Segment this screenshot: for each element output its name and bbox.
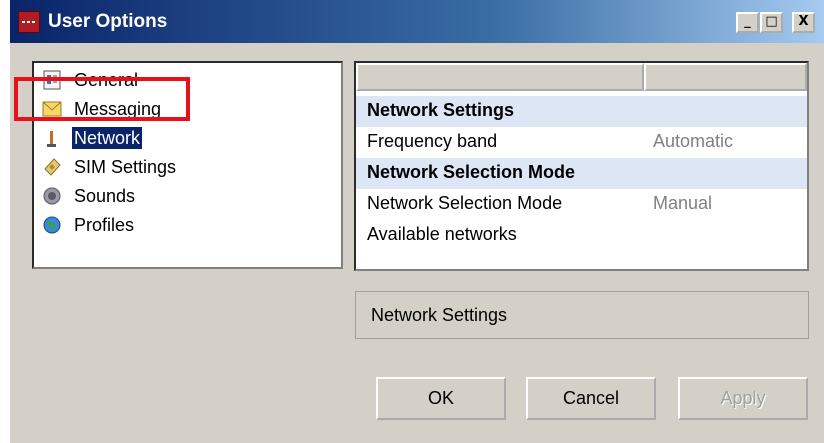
grid-row-name: Network Selection Mode <box>367 193 563 213</box>
grid-column-header-value[interactable] <box>644 63 807 91</box>
sidebar-item-label: Network <box>72 127 143 149</box>
sidebar-item-label: Profiles <box>74 215 135 235</box>
grid-row-frequency-band[interactable]: Frequency band Automatic <box>356 127 807 158</box>
grid-row-network-selection-mode[interactable]: Network Selection Mode Manual <box>356 189 807 220</box>
sidebar-item-profiles[interactable]: Profiles <box>42 212 136 238</box>
grid-row-name: Available networks <box>367 224 517 244</box>
sidebar-item-sounds[interactable]: Sounds <box>42 183 137 209</box>
title-bar[interactable]: User Options _ □ X <box>10 0 824 43</box>
grid-row-value[interactable]: Manual <box>653 193 712 214</box>
grid-row-available-networks[interactable]: Available networks <box>356 220 807 251</box>
annotation-highlight-box <box>14 77 190 121</box>
grid-column-header-name[interactable] <box>356 63 644 91</box>
description-text: Network Settings <box>371 305 508 325</box>
window-title: User Options <box>48 11 168 32</box>
network-icon <box>42 128 62 148</box>
ok-button[interactable]: OK <box>376 377 506 420</box>
sidebar-item-sim-settings[interactable]: SIM Settings <box>42 154 178 180</box>
sim-card-icon <box>42 157 62 177</box>
app-icon <box>18 11 40 33</box>
sidebar-item-label: SIM Settings <box>74 157 177 177</box>
sidebar-item-label: Sounds <box>74 186 136 206</box>
speaker-icon <box>42 186 62 206</box>
network-settings-grid[interactable]: Network Settings Frequency band Automati… <box>354 61 809 271</box>
grid-row-section-network-selection-mode[interactable]: Network Selection Mode <box>356 158 807 189</box>
close-button[interactable]: X <box>792 12 815 33</box>
grid-row-name: Network Settings <box>367 100 515 120</box>
grid-row-value[interactable]: Automatic <box>653 131 733 152</box>
maximize-button[interactable]: □ <box>760 12 783 33</box>
grid-row-name: Network Selection Mode <box>367 162 576 182</box>
grid-row-name: Frequency band <box>367 131 498 151</box>
sidebar-item-network[interactable]: Network <box>42 125 143 151</box>
description-panel: Network Settings <box>355 291 809 339</box>
globe-icon <box>42 215 62 235</box>
minimize-button[interactable]: _ <box>736 12 759 33</box>
grid-row-section-network-settings[interactable]: Network Settings <box>356 96 807 127</box>
apply-button[interactable]: Apply <box>678 377 808 420</box>
cancel-button[interactable]: Cancel <box>526 377 656 420</box>
user-options-window: User Options _ □ X General Messaging Net… <box>10 0 824 443</box>
